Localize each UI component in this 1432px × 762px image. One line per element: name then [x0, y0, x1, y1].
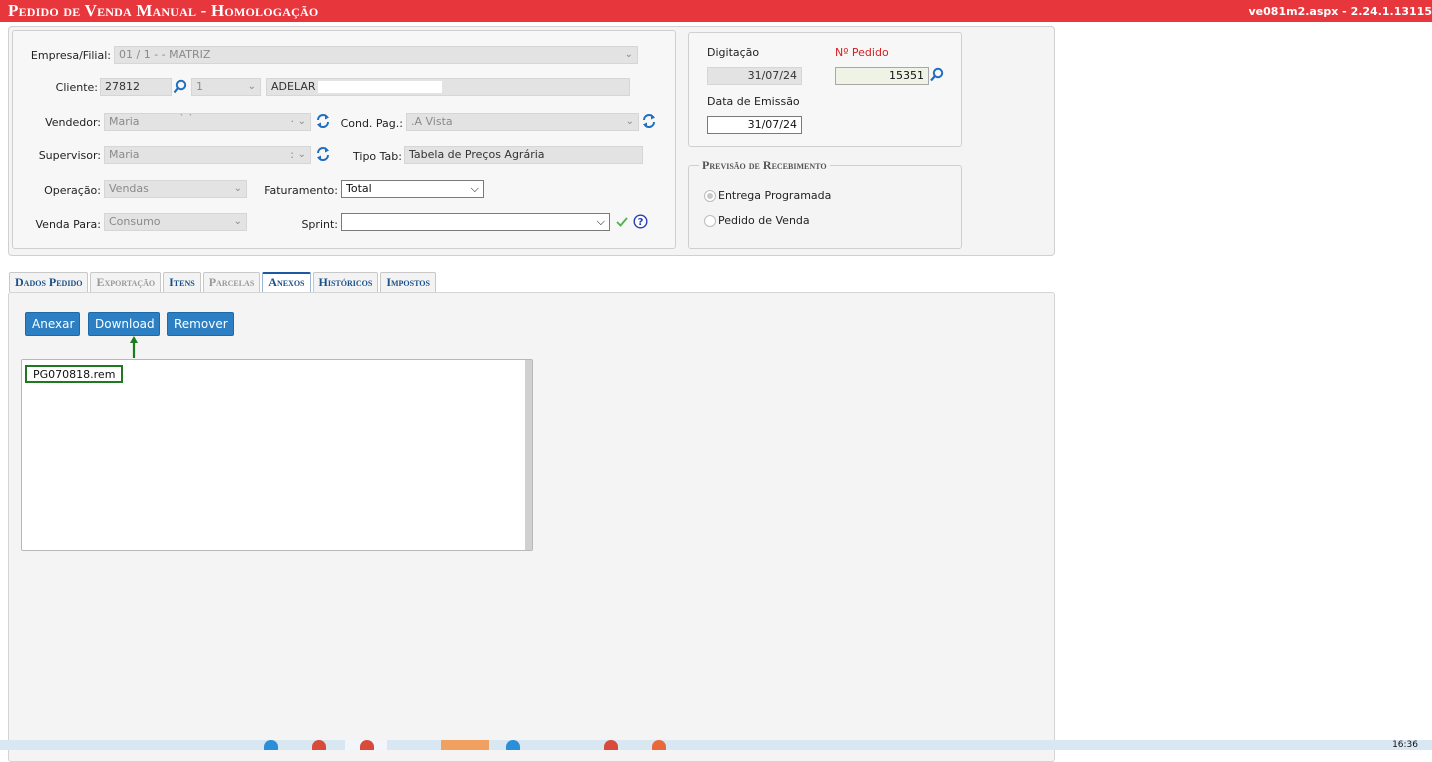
- emissao-value: 31/07/24: [747, 118, 797, 131]
- chevron-down-icon: ⌄: [233, 216, 242, 227]
- tab-dados-pedido[interactable]: Dados Pedido: [9, 272, 89, 292]
- page-version: ve081m2.aspx - 2.24.1.13115: [1248, 4, 1432, 18]
- venda-para-select[interactable]: Consumo ⌄: [104, 213, 247, 231]
- operacao-label: Operação:: [44, 184, 101, 197]
- tab-parcelas[interactable]: Parcelas: [202, 272, 261, 292]
- attachment-item[interactable]: PG070818.rem: [25, 365, 124, 383]
- tipo-tab-field: Tabela de Preços Agrária: [404, 146, 643, 164]
- tipo-tab-label: Tipo Tab:: [353, 150, 402, 163]
- cond-pag-label: Cond. Pag.:: [340, 117, 403, 130]
- faturamento-value: Total: [346, 182, 372, 195]
- taskbar: 16:36: [0, 740, 1432, 750]
- empresa-label: Empresa/Filial:: [30, 49, 111, 62]
- cliente-label: Cliente:: [55, 81, 98, 94]
- anexar-button[interactable]: Anexar: [25, 312, 80, 336]
- empresa-select[interactable]: 01 / 1 - - MATRIZ ⌄: [114, 46, 638, 64]
- page-title: Pedido de Venda Manual - Homologação: [8, 1, 319, 20]
- cliente-code-field[interactable]: 27812: [100, 78, 172, 96]
- emissao-label: Data de Emissão: [707, 95, 800, 108]
- faturamento-select[interactable]: Total ⌵: [341, 180, 484, 198]
- tab-anexos[interactable]: Anexos: [262, 272, 311, 292]
- refresh-icon[interactable]: [316, 113, 330, 129]
- refresh-icon[interactable]: [642, 113, 656, 129]
- supervisor-value: Maria: [109, 148, 140, 161]
- radio-entrega-programada[interactable]: Entrega Programada: [704, 189, 831, 202]
- arrow-up-icon: [130, 336, 138, 358]
- radio-unchecked-icon: [704, 214, 716, 227]
- title-bar: Pedido de Venda Manual - Homologação ve0…: [0, 0, 1432, 22]
- emissao-field[interactable]: 31/07/24: [707, 116, 802, 134]
- taskbar-clock: 16:36: [1392, 740, 1418, 750]
- sprint-select[interactable]: ⌵: [341, 213, 610, 231]
- taskbar-app-icon[interactable]: [652, 740, 666, 750]
- cliente-name: ADELAR: [271, 80, 316, 93]
- supervisor-label: Supervisor:: [38, 149, 101, 162]
- vendedor-tail: ·: [290, 115, 295, 128]
- refresh-icon[interactable]: [316, 146, 330, 162]
- taskbar-app-icon[interactable]: [264, 740, 278, 750]
- chevron-down-icon: ⌄: [297, 149, 306, 160]
- redaction-block: [317, 81, 442, 93]
- taskbar-app-icon[interactable]: [506, 740, 520, 750]
- pedido-value: 15351: [889, 69, 924, 82]
- previsao-fieldset: [688, 165, 962, 249]
- faturamento-label: Faturamento:: [264, 184, 338, 197]
- vendedor-suffix: ` `: [179, 113, 194, 125]
- tab-exportacao[interactable]: Exportação: [90, 272, 162, 292]
- empresa-value: 01 / 1 - - MATRIZ: [119, 48, 211, 61]
- tab-strip: Dados Pedido Exportação Itens Parcelas A…: [9, 272, 436, 292]
- cliente-seq-select[interactable]: 1 ⌄: [191, 78, 261, 96]
- venda-para-value: Consumo: [109, 215, 161, 228]
- radio-label: Entrega Programada: [718, 189, 832, 202]
- supervisor-tail: :: [290, 148, 294, 161]
- sprint-label: Sprint:: [301, 218, 338, 231]
- attachments-listbox[interactable]: PG070818.rem: [21, 359, 533, 551]
- download-button[interactable]: Download: [88, 312, 160, 336]
- cliente-code: 27812: [105, 80, 140, 93]
- digitacao-value: 31/07/24: [747, 69, 797, 82]
- pedido-number-field[interactable]: 15351: [835, 67, 929, 85]
- cond-pag-value: .A Vista: [411, 115, 453, 128]
- venda-para-label: Venda Para:: [35, 218, 101, 231]
- cliente-name-field: ADELAR: [266, 78, 630, 96]
- cond-pag-select[interactable]: .A Vista ⌄: [406, 113, 639, 131]
- cliente-seq: 1: [196, 80, 203, 93]
- chevron-down-icon: ⌄: [297, 116, 306, 127]
- tab-impostos[interactable]: Impostos: [380, 272, 436, 292]
- chevron-down-icon: ⌄: [625, 116, 634, 127]
- remover-button[interactable]: Remover: [167, 312, 234, 336]
- supervisor-select[interactable]: Maria : ⌄: [104, 146, 311, 164]
- search-icon[interactable]: [929, 67, 944, 83]
- chevron-down-icon: ⌵: [470, 182, 479, 195]
- tab-itens[interactable]: Itens: [163, 272, 201, 292]
- tab-historicos[interactable]: Históricos: [312, 272, 379, 292]
- chevron-down-icon: ⌄: [624, 49, 633, 60]
- operacao-value: Vendas: [109, 182, 149, 195]
- vendedor-select[interactable]: Maria ` ` · ⌄: [104, 113, 311, 131]
- digitacao-label: Digitação: [707, 46, 760, 59]
- chevron-down-icon: ⌄: [233, 183, 242, 194]
- taskbar-app-icon[interactable]: [441, 740, 489, 750]
- radio-pedido-de-venda[interactable]: Pedido de Venda: [704, 214, 810, 227]
- taskbar-app-icon[interactable]: [312, 740, 326, 750]
- taskbar-app-icon[interactable]: [360, 740, 374, 750]
- pedido-label: Nº Pedido: [835, 46, 889, 59]
- chevron-down-icon: ⌵: [596, 215, 605, 228]
- chevron-down-icon: ⌄: [247, 81, 256, 92]
- radio-label: Pedido de Venda: [718, 214, 810, 227]
- taskbar-app-icon[interactable]: [604, 740, 618, 750]
- scrollbar[interactable]: [525, 360, 532, 550]
- search-icon[interactable]: [173, 79, 187, 95]
- tipo-tab-value: Tabela de Preços Agrária: [409, 148, 545, 161]
- digitacao-field: 31/07/24: [707, 67, 802, 85]
- help-icon[interactable]: ?: [633, 214, 648, 229]
- vendedor-label: Vendedor:: [45, 116, 101, 129]
- check-icon[interactable]: [615, 215, 629, 229]
- vendedor-value: Maria: [109, 115, 140, 128]
- previsao-legend: Previsão de Recebimento: [699, 158, 830, 173]
- radio-checked-icon: [704, 189, 716, 202]
- svg-text:?: ?: [638, 217, 644, 228]
- operacao-select[interactable]: Vendas ⌄: [104, 180, 247, 198]
